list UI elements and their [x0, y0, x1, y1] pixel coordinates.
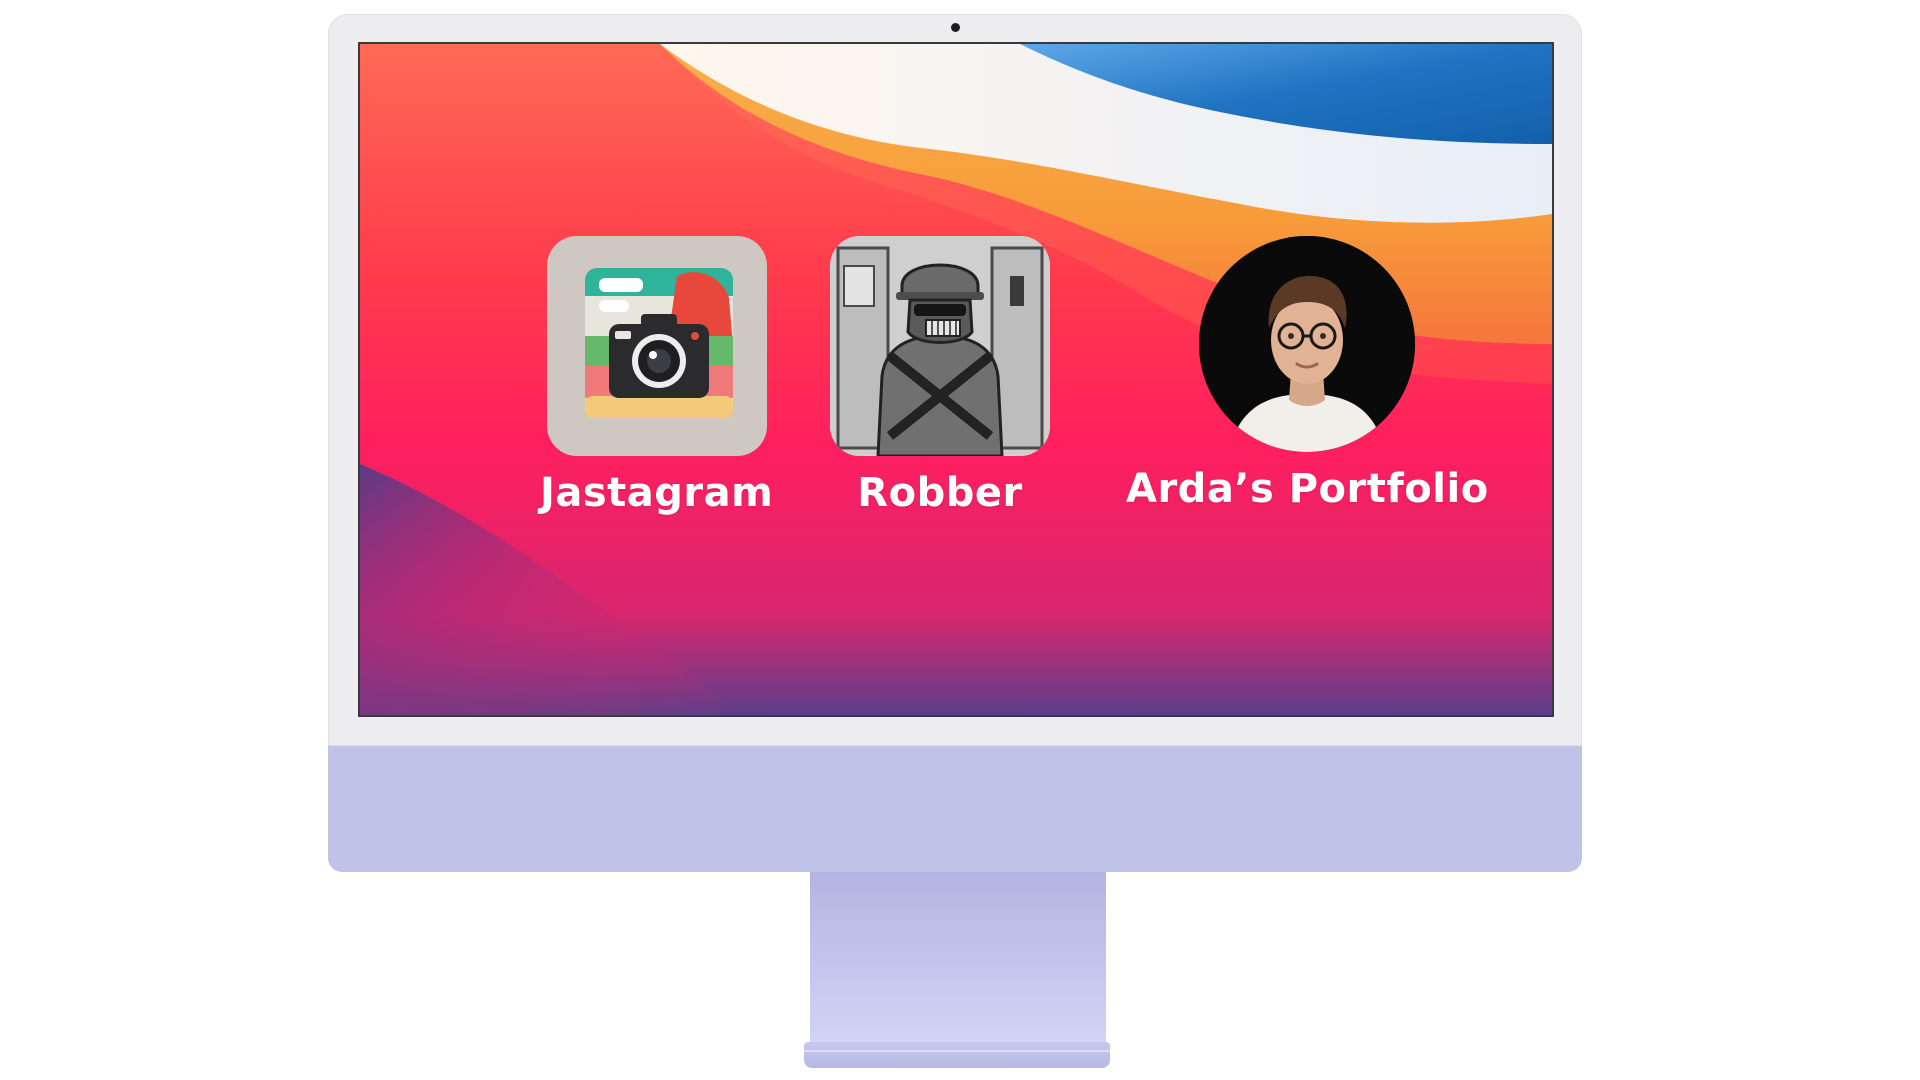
- desktop-item-label: Jastagram: [540, 470, 774, 516]
- desktop-item-label: Robber: [857, 470, 1023, 516]
- monitor-stand-foot: [804, 1042, 1110, 1068]
- imac-mockup: Jastagram Robber Arda’s Portfolio: [0, 0, 1920, 1080]
- desktop-item-portfolio[interactable]: Arda’s Portfolio: [1126, 236, 1489, 512]
- robber-app-icon[interactable]: [830, 236, 1050, 456]
- desktop-item-robber[interactable]: Robber: [830, 236, 1050, 516]
- desktop-item-jastagram[interactable]: Jastagram: [540, 236, 773, 516]
- monitor-stand: [810, 872, 1106, 1046]
- profile-photo-avatar[interactable]: [1199, 236, 1416, 452]
- webcam-icon: [951, 23, 960, 32]
- camera-app-icon[interactable]: [546, 236, 767, 456]
- monitor-chin: [328, 746, 1582, 872]
- desktop-item-label: Arda’s Portfolio: [1126, 466, 1489, 512]
- stand-foot-highlight: [804, 1050, 1110, 1052]
- desktop-screen: Jastagram Robber Arda’s Portfolio: [358, 42, 1554, 717]
